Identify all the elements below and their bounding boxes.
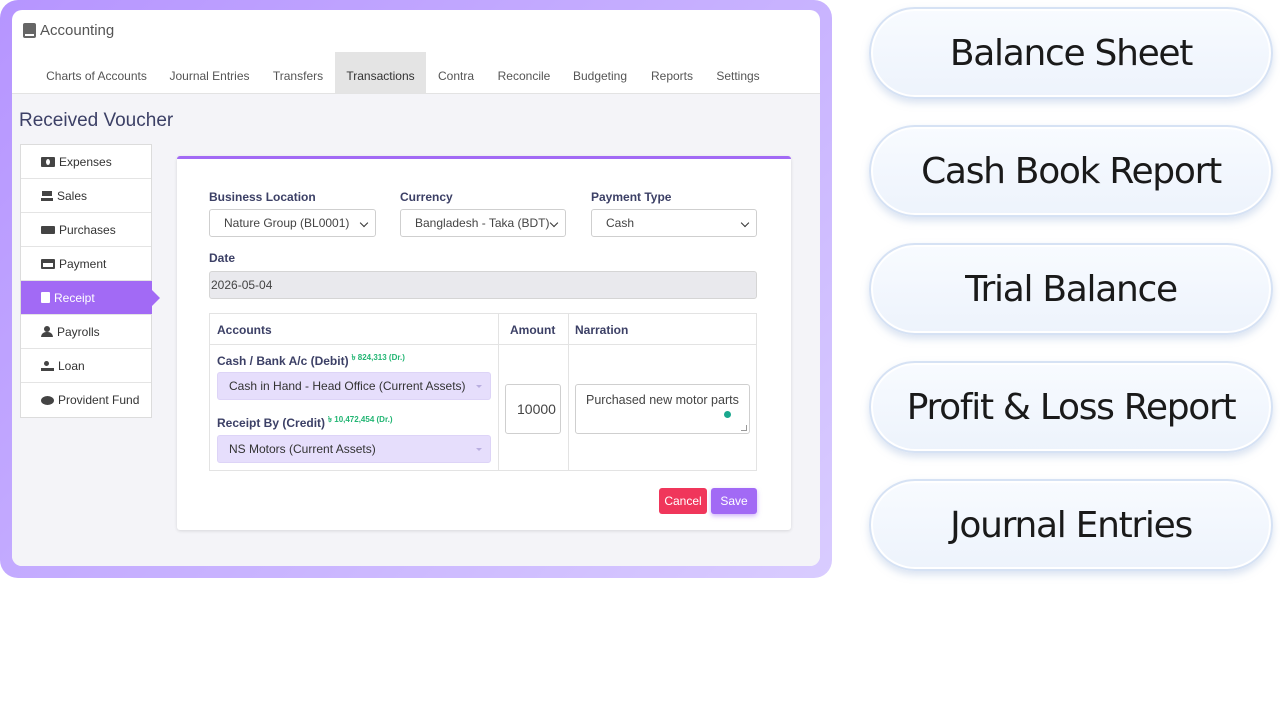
chevron-down-icon <box>476 448 482 451</box>
currency-value: Bangladesh - Taka (BDT) <box>415 216 550 230</box>
sidebar-item-receipt[interactable]: Receipt <box>21 281 160 315</box>
sidebar-item-loan[interactable]: Loan <box>21 349 151 383</box>
report-pill-profit-loss[interactable]: Profit & Loss Report <box>869 361 1273 453</box>
sidebar-item-label: Sales <box>57 188 88 203</box>
truck-icon <box>41 225 55 234</box>
date-label: Date <box>209 251 236 265</box>
sidebar-item-label: Payment <box>59 256 107 271</box>
credit-card-icon <box>41 258 55 269</box>
piggy-bank-icon <box>41 395 54 405</box>
payment-type-select[interactable]: Cash <box>591 209 757 237</box>
cancel-button[interactable]: Cancel <box>659 488 707 514</box>
debit-account-select[interactable]: Cash in Hand - Head Office (Current Asse… <box>217 372 491 400</box>
sidebar-item-label: Purchases <box>59 222 116 237</box>
sidebar-item-label: Payrolls <box>57 324 100 339</box>
table-divider <box>210 344 756 345</box>
tab-journal-entries[interactable]: Journal Entries <box>167 52 252 93</box>
sidebar-item-provident-fund[interactable]: Provident Fund <box>21 383 151 417</box>
sidebar-item-payment[interactable]: Payment <box>21 247 151 281</box>
sidebar-item-label: Loan <box>58 358 85 373</box>
debit-account-label: Cash / Bank A/c (Debit) ৳ 824,313 (Dr.) <box>217 352 405 368</box>
voucher-form-card: Business Location Nature Group (BL0001) … <box>177 156 791 530</box>
business-location-select[interactable]: Nature Group (BL0001) <box>209 209 376 237</box>
tab-contra[interactable]: Contra <box>433 52 479 93</box>
report-pill-balance-sheet[interactable]: Balance Sheet <box>869 7 1273 99</box>
sidebar-item-purchases[interactable]: Purchases <box>21 213 151 247</box>
sidebar-item-expenses[interactable]: Expenses <box>21 145 151 179</box>
narration-textarea[interactable]: Purchased new motor parts <box>575 384 750 434</box>
business-location-label: Business Location <box>209 190 316 204</box>
debit-account-value: Cash in Hand - Head Office (Current Asse… <box>229 379 466 393</box>
receipt-icon <box>41 292 50 303</box>
tab-settings[interactable]: Settings <box>712 52 764 93</box>
cart-icon <box>41 190 53 201</box>
accounts-table: Accounts Amount Narration Cash / Bank A/… <box>209 313 757 471</box>
payment-type-label: Payment Type <box>591 190 672 204</box>
narration-text: Purchased new motor parts <box>586 393 739 407</box>
tab-transactions[interactable]: Transactions <box>335 52 426 93</box>
tab-reconcile[interactable]: Reconcile <box>492 52 556 93</box>
grammar-check-dot-icon <box>724 411 731 418</box>
resize-handle-icon[interactable] <box>741 425 747 431</box>
table-divider <box>568 314 569 470</box>
amount-header: Amount <box>510 323 556 337</box>
tab-transfers[interactable]: Transfers <box>269 52 327 93</box>
page-title: Received Voucher <box>19 110 174 131</box>
credit-account-select[interactable]: NS Motors (Current Assets) <box>217 435 491 463</box>
credit-account-value: NS Motors (Current Assets) <box>229 442 376 456</box>
user-check-icon <box>41 326 53 337</box>
debit-label-text: Cash / Bank A/c (Debit) <box>217 354 349 368</box>
credit-balance: ৳ 10,472,454 (Dr.) <box>328 415 393 424</box>
tab-budgeting[interactable]: Budgeting <box>569 52 631 93</box>
app-title: Accounting <box>23 22 114 39</box>
chevron-down-icon <box>549 218 559 228</box>
tab-reports[interactable]: Reports <box>646 52 698 93</box>
book-icon <box>23 23 36 38</box>
main-content: Received Voucher Expenses Sales Purchase… <box>12 94 820 566</box>
app-title-label: Accounting <box>40 22 115 39</box>
report-pill-cash-book[interactable]: Cash Book Report <box>869 125 1273 217</box>
narration-header: Narration <box>575 323 629 337</box>
table-divider <box>498 314 499 470</box>
money-icon <box>41 156 55 167</box>
amount-input[interactable]: 10000 <box>505 384 561 434</box>
business-location-value: Nature Group (BL0001) <box>224 216 350 230</box>
sidebar-item-label: Provident Fund <box>58 393 140 407</box>
currency-label: Currency <box>400 190 453 204</box>
chevron-down-icon <box>359 218 369 228</box>
tab-charts-of-accounts[interactable]: Charts of Accounts <box>36 52 157 93</box>
save-button[interactable]: Save <box>711 488 757 514</box>
sidebar-item-payrolls[interactable]: Payrolls <box>21 315 151 349</box>
accounts-header: Accounts <box>217 323 272 337</box>
payment-type-value: Cash <box>606 216 635 230</box>
credit-label-text: Receipt By (Credit) <box>217 416 326 430</box>
currency-select[interactable]: Bangladesh - Taka (BDT) <box>400 209 566 237</box>
report-pill-journal-entries[interactable]: Journal Entries <box>869 479 1273 571</box>
sidebar-item-sales[interactable]: Sales <box>21 179 151 213</box>
report-pill-trial-balance[interactable]: Trial Balance <box>869 243 1273 335</box>
credit-account-label: Receipt By (Credit) ৳ 10,472,454 (Dr.) <box>217 414 393 430</box>
app-window: Accounting Charts of Accounts Journal En… <box>12 10 820 566</box>
date-input[interactable]: 2026-05-04 <box>209 271 757 299</box>
sidebar-item-label: Expenses <box>59 154 112 169</box>
top-nav: Charts of Accounts Journal Entries Trans… <box>12 52 820 94</box>
sidebar: Expenses Sales Purchases Payment Receipt <box>20 144 160 418</box>
chevron-down-icon <box>476 385 482 388</box>
sidebar-item-label: Receipt <box>54 290 95 305</box>
chevron-down-icon <box>740 218 750 228</box>
debit-balance: ৳ 824,313 (Dr.) <box>351 353 405 362</box>
hand-coin-icon <box>41 360 54 371</box>
app-frame: Accounting Charts of Accounts Journal En… <box>0 0 832 578</box>
